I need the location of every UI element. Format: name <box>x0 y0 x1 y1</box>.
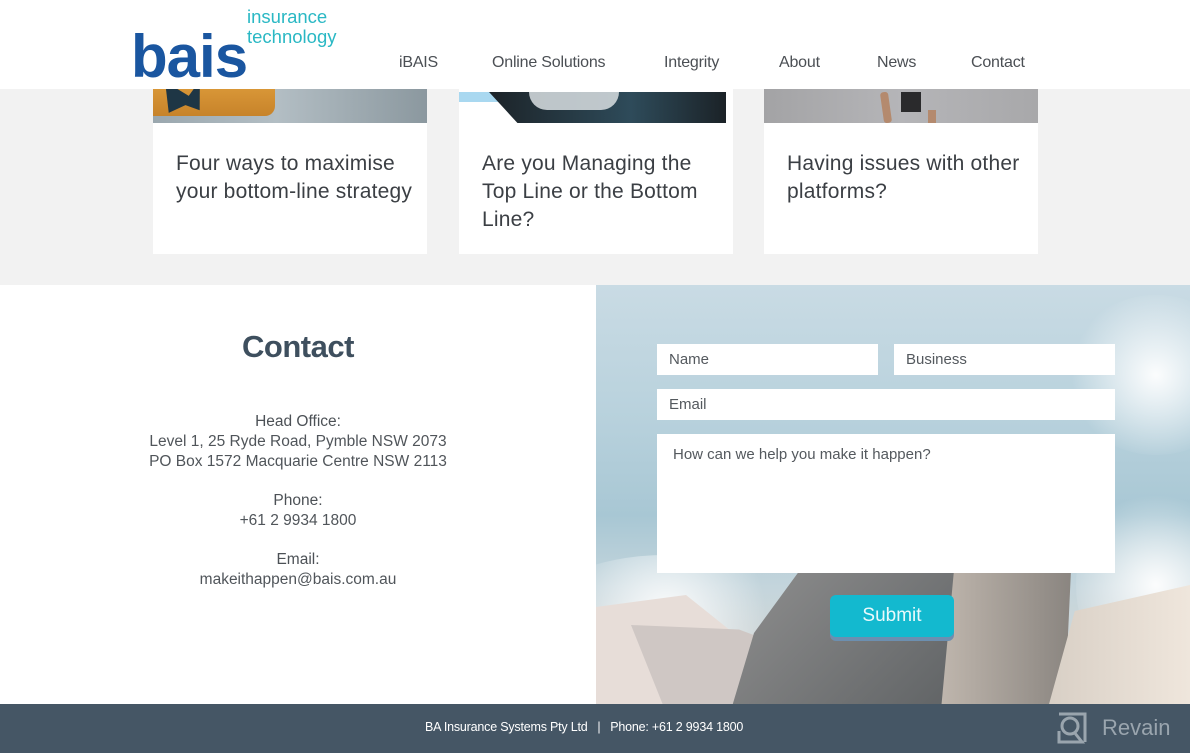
contact-form-section: Name Business Email How can we help you … <box>596 285 1190 704</box>
nav-contact[interactable]: Contact <box>971 52 1025 74</box>
site-header: bais insurance technology iBAIS Online S… <box>0 0 1190 92</box>
revain-label: Revain <box>1102 715 1171 740</box>
footer-text: BA Insurance Systems Pty Ltd | Phone: +6… <box>425 720 744 734</box>
contact-info: Contact Head Office: Level 1, 25 Ryde Ro… <box>0 285 596 704</box>
nav-online-solutions[interactable]: Online Solutions <box>492 52 606 74</box>
head-office-block: Head Office: Level 1, 25 Ryde Road, Pymb… <box>0 412 596 472</box>
submit-button[interactable]: Submit <box>830 595 954 637</box>
nav-ibais[interactable]: iBAIS <box>399 52 438 74</box>
logo-wordmark[interactable]: bais <box>131 22 248 92</box>
business-input[interactable]: Business <box>894 344 1115 375</box>
nav-integrity[interactable]: Integrity <box>664 52 719 74</box>
blog-card-title[interactable]: Having issues with other platforms? <box>787 150 1027 206</box>
name-input[interactable]: Name <box>657 344 878 375</box>
email-link[interactable]: makeithappen@bais.com.au <box>200 571 397 588</box>
phone-block: Phone: +61 2 9934 1800 <box>0 491 596 531</box>
revain-logo-icon <box>1057 712 1087 744</box>
address-line: PO Box 1572 Macquarie Centre NSW 2113 <box>149 453 447 470</box>
phone-label: Phone: <box>273 492 323 509</box>
logo-tagline: insurance technology <box>247 6 337 47</box>
site-footer: BA Insurance Systems Pty Ltd | Phone: +6… <box>0 704 1190 753</box>
nav-about[interactable]: About <box>779 52 820 74</box>
address-line: Level 1, 25 Ryde Road, Pymble NSW 2073 <box>149 433 447 450</box>
page: Four ways to maximise your bottom-line s… <box>0 0 1190 753</box>
revain-watermark: Revain <box>1056 710 1170 746</box>
email-label: Email: <box>276 551 320 568</box>
email-block: Email: makeithappen@bais.com.au <box>0 550 596 590</box>
blog-card-title[interactable]: Four ways to maximise your bottom-line s… <box>176 150 416 206</box>
head-office-label: Head Office: <box>255 413 341 430</box>
contact-heading: Contact <box>242 329 354 364</box>
blog-card-title[interactable]: Are you Managing the Top Line or the Bot… <box>482 150 722 234</box>
message-textarea[interactable]: How can we help you make it happen? <box>657 434 1115 573</box>
nav-news[interactable]: News <box>877 52 916 74</box>
email-input[interactable]: Email <box>657 389 1115 420</box>
opera-house-shell <box>941 570 1071 704</box>
phone-number[interactable]: +61 2 9934 1800 <box>0 511 596 531</box>
